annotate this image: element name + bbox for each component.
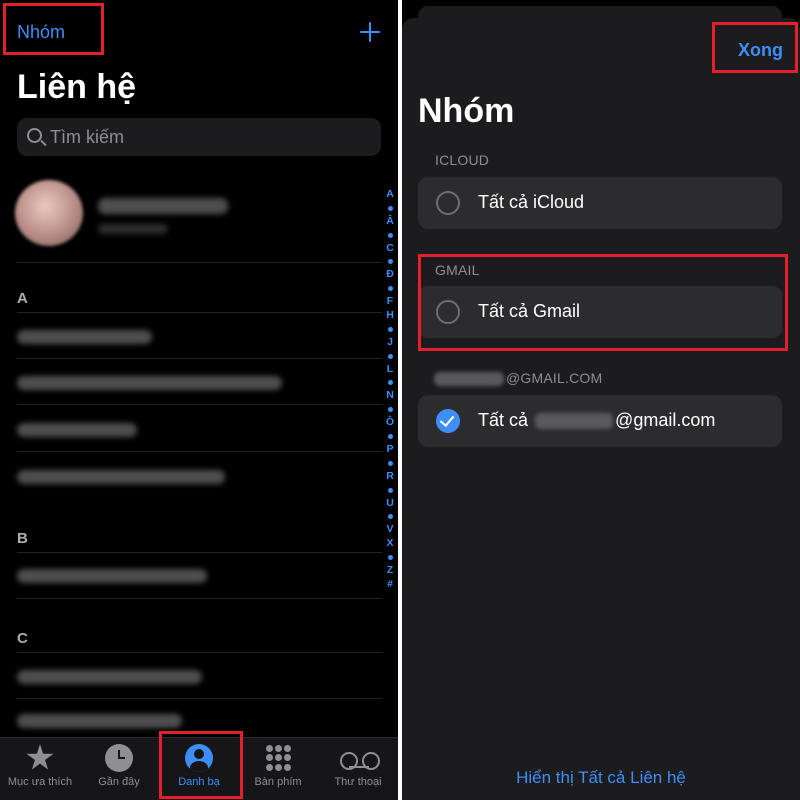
index-letter[interactable]: U: [383, 497, 397, 511]
index-dot: [387, 380, 393, 386]
list-item[interactable]: [17, 714, 182, 728]
index-dot: [387, 326, 393, 332]
index-dot: [387, 205, 393, 211]
index-letter[interactable]: Â: [383, 215, 397, 229]
tab-label: Thư thoại: [334, 776, 382, 788]
tab-keypad[interactable]: Bàn phím: [238, 738, 318, 800]
search-placeholder: Tìm kiếm: [50, 127, 124, 147]
tab-favorites[interactable]: Mục ưa thích: [0, 738, 80, 800]
index-dot: [387, 433, 393, 439]
highlight-box: [3, 3, 104, 55]
my-card-subtitle: [98, 224, 168, 234]
groups-sheet-screen: Xong Nhóm ICLOUD Tất cả iCloud GMAIL Tất…: [402, 0, 800, 800]
list-item[interactable]: [17, 670, 202, 684]
index-letter[interactable]: R: [383, 470, 397, 484]
search-icon: [27, 128, 42, 143]
group-label: Tất cả @gmail.com: [478, 410, 716, 430]
tab-voicemail[interactable]: Thư thoại: [318, 738, 398, 800]
voicemail-icon: [340, 744, 380, 772]
index-dot: [387, 407, 393, 413]
contacts-screen: Nhóm Liên hệ Tìm kiếm A B C A Â C Đ F H: [0, 0, 398, 800]
highlight-box: [159, 731, 243, 799]
divider: [17, 404, 382, 405]
tab-label: Mục ưa thích: [7, 776, 73, 788]
group-row-icloud[interactable]: Tất cả iCloud: [418, 177, 782, 229]
group-label: Tất cả iCloud: [478, 192, 585, 212]
add-contact-button[interactable]: [356, 18, 384, 46]
tab-label: Bàn phím: [254, 776, 302, 788]
clock-icon: [105, 744, 133, 772]
index-letter[interactable]: N: [383, 389, 397, 403]
index-letter[interactable]: F: [383, 295, 397, 309]
index-dot: [387, 353, 393, 359]
keypad-icon: [264, 744, 292, 772]
checkmark-icon[interactable]: [436, 409, 460, 433]
divider: [17, 598, 382, 599]
section-header-c: C: [17, 630, 28, 647]
section-header-b: B: [17, 530, 28, 547]
section-header-account: @GMAIL.COM: [432, 370, 602, 387]
divider: [17, 451, 382, 452]
divider: [17, 262, 382, 263]
highlight-box: [418, 254, 788, 351]
index-letter[interactable]: Z: [383, 564, 397, 578]
section-header-icloud: ICLOUD: [435, 152, 490, 168]
divider: [17, 652, 382, 653]
index-letter[interactable]: H: [383, 309, 397, 323]
search-input[interactable]: Tìm kiếm: [17, 118, 381, 156]
index-letter[interactable]: V: [383, 523, 397, 537]
index-dot: [387, 259, 393, 265]
index-letter[interactable]: C: [383, 242, 397, 256]
redacted-email: [434, 372, 504, 387]
tab-label: Gần đây: [98, 776, 140, 788]
list-item[interactable]: [17, 569, 207, 583]
index-letter[interactable]: X: [383, 537, 397, 551]
divider: [17, 698, 382, 699]
index-letter[interactable]: Ô: [383, 416, 397, 430]
list-item[interactable]: [17, 376, 282, 390]
index-letter[interactable]: Đ: [383, 268, 397, 282]
page-title: Liên hệ: [17, 68, 137, 106]
index-dot: [387, 554, 393, 560]
index-letter[interactable]: P: [383, 443, 397, 457]
star-icon: [26, 744, 54, 770]
redacted-email: [535, 413, 614, 430]
index-dot: [387, 487, 393, 493]
alphabet-index[interactable]: A Â C Đ F H J L N Ô P R U V X Z #: [383, 188, 397, 592]
avatar[interactable]: [15, 180, 83, 246]
highlight-box: [712, 22, 798, 73]
index-letter[interactable]: #: [383, 578, 397, 592]
show-all-contacts-button[interactable]: Hiển thị Tất cả Liên hệ: [402, 768, 800, 788]
index-dot: [387, 286, 393, 292]
my-card-name[interactable]: [98, 198, 228, 214]
index-dot: [387, 514, 393, 520]
list-item[interactable]: [17, 330, 152, 344]
divider: [17, 312, 382, 313]
index-letter[interactable]: J: [383, 336, 397, 350]
group-row-account[interactable]: Tất cả @gmail.com: [418, 395, 782, 447]
radio-unchecked-icon[interactable]: [436, 191, 460, 215]
list-item[interactable]: [17, 470, 225, 484]
tab-recents[interactable]: Gần đây: [79, 738, 159, 800]
divider: [17, 358, 382, 359]
index-dot: [387, 460, 393, 466]
index-dot: [387, 232, 393, 238]
page-title: Nhóm: [418, 92, 515, 130]
divider: [17, 552, 382, 553]
section-header-a: A: [17, 290, 28, 307]
list-item[interactable]: [17, 423, 137, 437]
index-letter[interactable]: L: [383, 363, 397, 377]
index-letter[interactable]: A: [383, 188, 397, 202]
